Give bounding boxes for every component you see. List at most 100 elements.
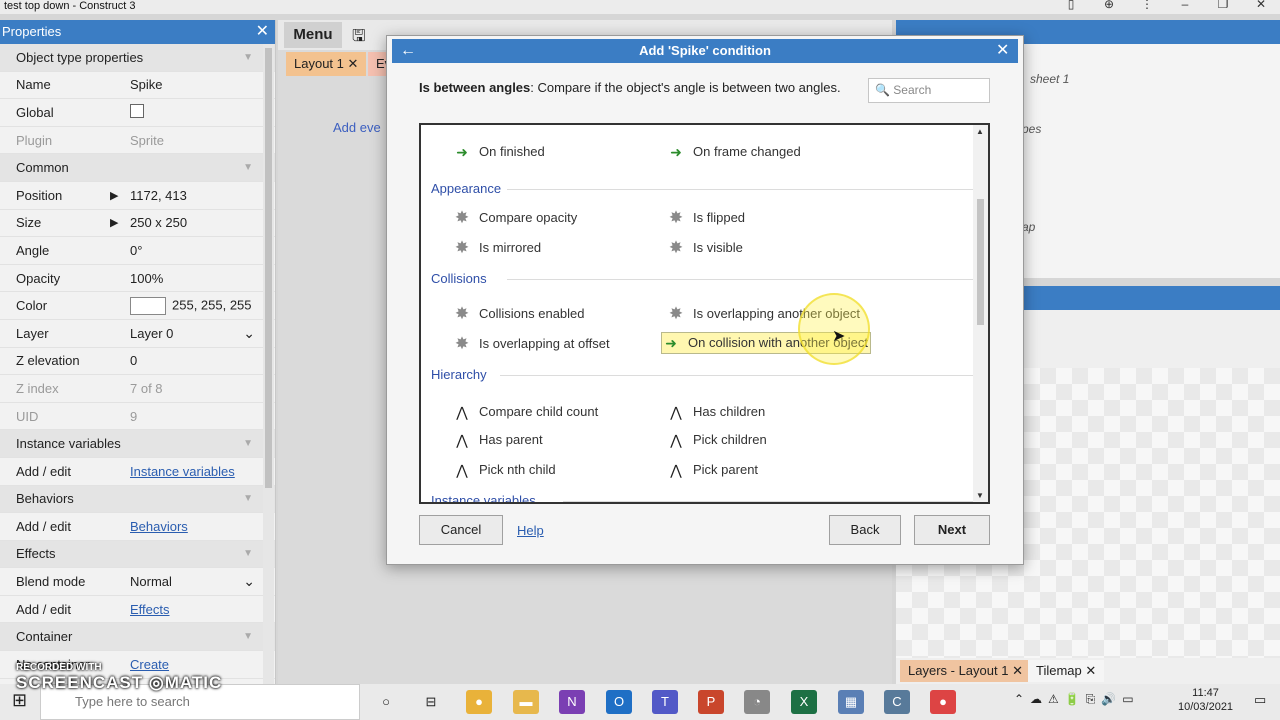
close-icon[interactable]: ✕	[1242, 0, 1280, 11]
condition-item[interactable]: ⋀ Pick parent	[667, 459, 758, 481]
property-value[interactable]: 250 x 250	[124, 215, 275, 230]
property-section[interactable]: Container ▼	[0, 623, 275, 652]
property-value-text[interactable]: Instance variables	[130, 464, 235, 479]
collapse-icon[interactable]: ▼	[243, 162, 253, 173]
property-section[interactable]: Object type properties ▼	[0, 44, 275, 72]
system-tray-icons[interactable]: ⌃☁⚠🔋⎘🔊▭	[1014, 692, 1140, 707]
clock[interactable]: 11:47 10/03/2021	[1178, 686, 1233, 714]
windows-start-icon[interactable]: ⊞	[12, 690, 27, 711]
tab-tilemap[interactable]: Tilemap ✕	[1028, 660, 1105, 682]
condition-item[interactable]: ➜ On frame changed	[667, 141, 801, 163]
property-value-text[interactable]: Behaviors	[130, 519, 188, 534]
collapse-icon[interactable]: ▼	[243, 493, 253, 504]
condition-list[interactable]: ➜ On finished ➜ On frame changed Appearance ✸…	[419, 123, 990, 504]
properties-scrollbar[interactable]	[263, 44, 274, 684]
tab-layout[interactable]: Layout 1 ✕	[286, 52, 367, 76]
save-icon[interactable]: 🖫	[352, 25, 366, 52]
chevron-down-icon[interactable]: ⌄	[243, 573, 255, 590]
task-view-icon[interactable]: ⊟	[418, 690, 444, 714]
property-value[interactable]: Spike	[124, 77, 275, 92]
condition-list-scrollbar[interactable]: ▲ ▼	[973, 125, 988, 502]
property-key: Add / edit	[16, 601, 71, 617]
back-arrow-icon[interactable]: ←	[400, 39, 416, 63]
collapse-icon[interactable]: ▼	[243, 631, 253, 642]
collapse-icon[interactable]: ▼	[243, 438, 253, 449]
excel-icon[interactable]: X	[791, 690, 817, 714]
condition-item[interactable]: ⋀ Pick nth child	[453, 459, 555, 481]
property-link[interactable]: Effects	[124, 602, 275, 617]
teams-icon[interactable]: T	[652, 690, 678, 714]
property-value[interactable]: 0°	[124, 243, 275, 258]
add-event-link[interactable]: Add eve	[333, 120, 381, 135]
construct-icon[interactable]: C	[884, 690, 910, 714]
onenote-icon[interactable]: N	[559, 690, 585, 714]
help-link[interactable]: Help	[517, 523, 544, 538]
property-value[interactable]: 0	[124, 353, 275, 368]
recorder-icon[interactable]: ●	[930, 690, 956, 714]
property-section[interactable]: Common ▼	[0, 154, 275, 182]
app-icon[interactable]: ◔	[744, 690, 770, 714]
condition-item[interactable]: ✸ Is mirrored	[453, 237, 541, 259]
calculator-icon[interactable]: ▦	[838, 690, 864, 714]
project-item[interactable]: pes	[1022, 122, 1041, 136]
global-checkbox[interactable]	[130, 103, 144, 118]
property-section[interactable]: Effects ▼	[0, 540, 275, 569]
project-item[interactable]: ap	[1022, 220, 1035, 234]
property-value-text[interactable]: Effects	[130, 602, 170, 617]
condition-item[interactable]: ✸ Collisions enabled	[453, 303, 585, 325]
outlook-icon[interactable]: O	[606, 690, 632, 714]
property-section[interactable]: Instance variables ▼	[0, 430, 275, 458]
property-link[interactable]: Behaviors	[124, 519, 275, 534]
property-value[interactable]: 255, 255, 255	[124, 296, 275, 315]
property-value[interactable]: 100%	[124, 271, 275, 286]
more-icon[interactable]: ⋮	[1128, 0, 1166, 11]
condition-item[interactable]: ✸ Is visible	[667, 237, 743, 259]
close-icon[interactable]: ✕	[256, 20, 269, 44]
cortana-icon[interactable]: ○	[373, 690, 399, 714]
phone-icon[interactable]: ▯	[1052, 0, 1090, 11]
property-key: Plugin	[16, 132, 53, 148]
condition-item[interactable]: ➜ On finished	[453, 141, 545, 163]
property-section[interactable]: Behaviors ▼	[0, 485, 275, 514]
restore-icon[interactable]: ❐	[1204, 0, 1242, 11]
search-input[interactable]: 🔍 Search	[868, 78, 990, 103]
cancel-button[interactable]: Cancel	[419, 515, 503, 545]
condition-item[interactable]: ⋀ Pick children	[667, 429, 766, 451]
property-link[interactable]: Instance variables	[124, 464, 275, 479]
condition-item[interactable]: ✸ Compare opacity	[453, 207, 577, 229]
hierarchy-icon: ⋀	[456, 432, 468, 448]
scroll-thumb[interactable]	[977, 199, 984, 325]
property-value[interactable]	[124, 103, 275, 121]
condition-item[interactable]: ✸ Is overlapping at offset	[453, 333, 610, 355]
back-button[interactable]: Back	[829, 515, 901, 545]
scroll-up-icon[interactable]: ▲	[976, 127, 984, 136]
expand-icon[interactable]: ▶	[110, 216, 118, 229]
menu-button[interactable]: Menu	[284, 22, 342, 48]
file-explorer-icon[interactable]: ▬	[513, 690, 539, 714]
tab-layers[interactable]: Layers - Layout 1 ✕	[900, 660, 1031, 682]
condition-item[interactable]: ⋀ Compare child count	[453, 401, 598, 423]
properties-panel: Properties ✕ Object type properties ▼ Name…	[0, 20, 276, 684]
color-swatch[interactable]	[130, 296, 166, 315]
property-value[interactable]: 1172, 413	[124, 188, 275, 203]
notifications-icon[interactable]: ▭	[1254, 692, 1266, 708]
collapse-icon[interactable]: ▼	[243, 548, 253, 559]
powerpoint-icon[interactable]: P	[698, 690, 724, 714]
zoom-icon[interactable]: ⊕	[1090, 0, 1128, 11]
condition-item[interactable]: ✸ Is flipped	[667, 207, 745, 229]
minimize-icon[interactable]: –	[1166, 0, 1204, 11]
condition-item[interactable]: ⋀ Has parent	[453, 429, 542, 451]
project-item[interactable]: sheet 1	[1030, 72, 1069, 86]
property-value-text: Layer 0	[130, 325, 174, 341]
close-icon[interactable]: ✕	[996, 39, 1009, 63]
section-label: Object type properties	[16, 49, 144, 65]
scroll-down-icon[interactable]: ▼	[976, 491, 984, 500]
chevron-down-icon[interactable]: ⌄	[243, 325, 255, 342]
condition-item[interactable]: ⋀ Has children	[667, 401, 765, 423]
condition-label: Is mirrored	[479, 240, 542, 255]
expand-icon[interactable]: ▶	[110, 189, 118, 202]
collapse-icon[interactable]: ▼	[243, 52, 253, 63]
next-button[interactable]: Next	[914, 515, 990, 545]
section-label: Common	[16, 160, 69, 176]
chrome-icon[interactable]: ●	[466, 690, 492, 714]
